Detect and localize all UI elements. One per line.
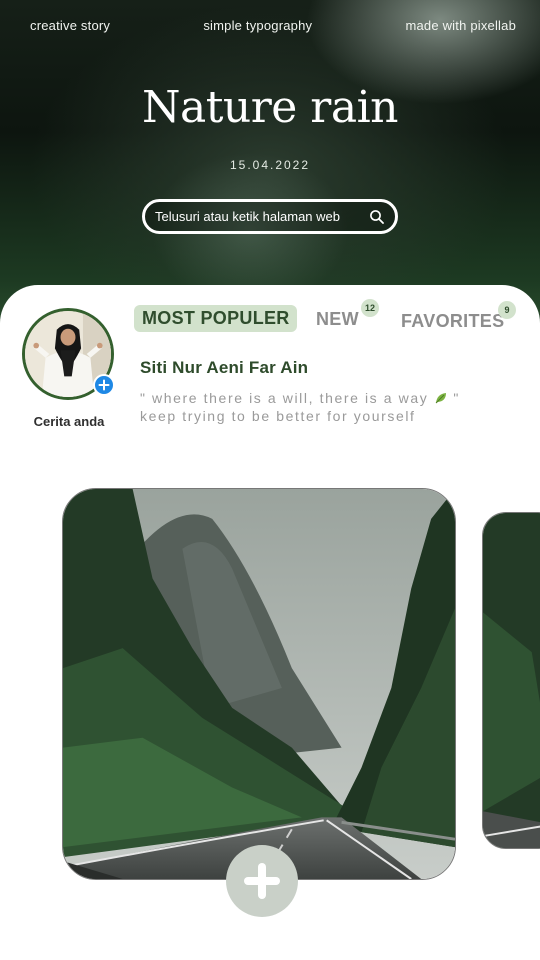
next-photo[interactable] <box>482 512 540 849</box>
favorites-count-badge: 9 <box>498 301 516 319</box>
hero-date: 15.04.2022 <box>229 158 311 172</box>
quote-line-1-end: " <box>453 390 460 406</box>
nature-road-image-next <box>483 513 540 848</box>
featured-photo[interactable] <box>62 488 456 880</box>
tab-most-populer[interactable]: MOST POPULER <box>134 305 297 332</box>
add-post-button[interactable] <box>226 845 298 917</box>
nature-road-image <box>63 489 455 879</box>
search-bar[interactable] <box>142 199 398 234</box>
quote-line-1: " where there is a will, there is a way <box>140 390 429 406</box>
add-story-button[interactable] <box>93 374 115 396</box>
nav-creative-story[interactable]: creative story <box>30 18 110 38</box>
nav-made-with-pixellab[interactable]: made with pixellab <box>405 18 516 38</box>
profile-name[interactable]: Siti Nur Aeni Far Ain <box>140 358 308 378</box>
top-nav: creative story simple typography made wi… <box>0 18 540 38</box>
profile-quote: " where there is a will, there is a way … <box>140 389 490 425</box>
quote-line-2: keep trying to be better for yourself <box>140 408 416 424</box>
new-count-badge: 12 <box>361 299 379 317</box>
tab-favorites[interactable]: FAVORITES <box>401 311 504 332</box>
hero-title: Nature rain <box>142 82 399 133</box>
leaf-icon <box>435 393 446 404</box>
search-input[interactable] <box>155 209 369 224</box>
search-icon[interactable] <box>369 209 385 225</box>
plus-icon <box>244 863 280 899</box>
story-label: Cerita anda <box>33 414 105 429</box>
tab-new[interactable]: NEW <box>316 309 359 330</box>
hero-banner: creative story simple typography made wi… <box>0 0 540 330</box>
nav-simple-typography[interactable]: simple typography <box>203 18 312 38</box>
plus-icon <box>98 379 110 391</box>
